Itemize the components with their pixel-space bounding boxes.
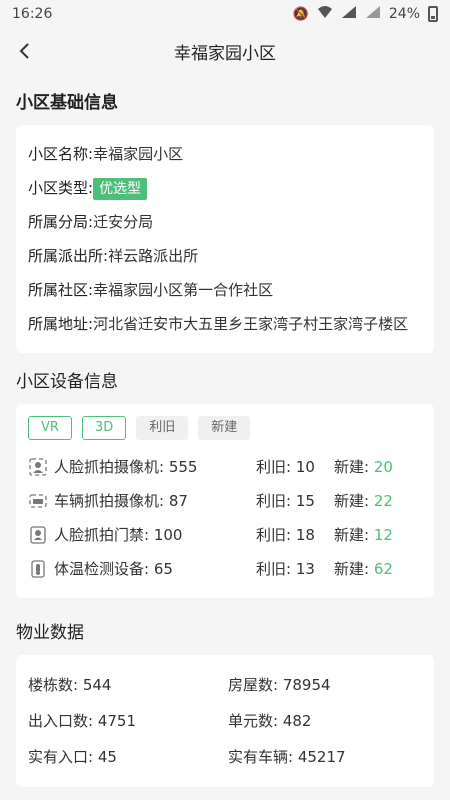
old-label: 利旧: — [256, 526, 292, 544]
device-row: 体温检测设备: 65 利旧: 13 新建: 62 — [28, 552, 422, 586]
battery-icon — [428, 6, 438, 22]
device-row: 人脸抓拍门禁: 100 利旧: 18 新建: 12 — [28, 518, 422, 552]
chip-new[interactable]: 新建 — [198, 416, 251, 440]
property-item: 实有车辆: 45217 — [228, 748, 346, 766]
type-badge: 优选型 — [93, 178, 148, 200]
device-name: 人脸抓拍摄像机: — [54, 458, 165, 476]
old-label: 利旧: — [256, 458, 292, 476]
property-heading: 物业数据 — [16, 623, 84, 643]
signal-icon — [341, 5, 357, 23]
old-count: 18 — [295, 526, 315, 544]
device-info-card: VR 3D 利旧 新建 人脸抓拍摄像机: 555 利旧: 10 新建: 20 车… — [16, 404, 434, 598]
new-count: 62 — [373, 560, 393, 578]
info-value: 祥云路派出所 — [108, 247, 199, 265]
info-label: 小区名称: — [28, 145, 94, 163]
info-label: 所属分局: — [28, 213, 94, 231]
device-info-heading: 小区设备信息 — [16, 372, 118, 392]
new-count: 12 — [373, 526, 393, 544]
info-row-community: 所属社区: 幸福家园小区第一合作社区 — [28, 273, 422, 307]
info-row-type: 小区类型: 优选型 — [28, 171, 422, 205]
content[interactable]: 小区基础信息 小区名称: 幸福家园小区 小区类型: 优选型 所属分局: 迁安分局… — [0, 74, 450, 800]
new-count: 22 — [373, 492, 393, 510]
device-name: 车辆抓拍摄像机: — [54, 492, 165, 510]
old-count: 13 — [295, 560, 315, 578]
basic-info-heading: 小区基础信息 — [16, 93, 118, 113]
property-item: 出入口数: 4751 — [28, 712, 137, 730]
mute-icon: 🔕 — [292, 6, 309, 22]
info-row-name: 小区名称: 幸福家园小区 — [28, 137, 422, 171]
device-count: 555 — [168, 458, 198, 476]
info-value: 迁安分局 — [93, 213, 154, 231]
device-filter-chips: VR 3D 利旧 新建 — [28, 416, 422, 440]
property-card: 楼栋数: 544 房屋数: 78954 出入口数: 4751 单元数: 482 … — [16, 655, 434, 787]
device-row: 人脸抓拍摄像机: 555 利旧: 10 新建: 20 — [28, 450, 422, 484]
face-camera-icon — [28, 457, 48, 477]
back-button[interactable] — [10, 36, 40, 66]
status-icons: 🔕 24% — [293, 5, 438, 23]
device-name: 体温检测设备: — [54, 560, 150, 578]
info-label: 所属地址: — [28, 315, 94, 333]
info-row-address: 所属地址: 河北省迁安市大五里乡王家湾子村王家湾子楼区 — [28, 307, 422, 341]
old-count: 15 — [295, 492, 315, 510]
signal-icon-2 — [365, 5, 381, 23]
info-value: 幸福家园小区第一合作社区 — [93, 281, 274, 299]
old-count: 10 — [295, 458, 315, 476]
info-value: 河北省迁安市大五里乡王家湾子村王家湾子楼区 — [93, 315, 409, 333]
face-access-icon — [28, 525, 48, 545]
page-title: 幸福家园小区 — [174, 43, 276, 64]
new-label: 新建: — [334, 458, 370, 476]
wifi-icon — [317, 5, 333, 23]
device-count: 87 — [168, 492, 188, 510]
device-count: 65 — [153, 560, 173, 578]
status-bar: 16:26 🔕 24% — [0, 0, 450, 28]
info-label: 所属派出所: — [28, 247, 109, 265]
property-item: 实有入口: 45 — [28, 748, 117, 766]
old-label: 利旧: — [256, 560, 292, 578]
device-name: 人脸抓拍门禁: — [54, 526, 150, 544]
property-item: 单元数: 482 — [228, 712, 312, 730]
new-label: 新建: — [334, 492, 370, 510]
vehicle-camera-icon — [28, 491, 48, 511]
battery-text: 24% — [388, 6, 420, 22]
status-time: 16:26 — [12, 6, 53, 22]
chevron-left-icon — [19, 43, 29, 59]
device-row: 车辆抓拍摄像机: 87 利旧: 15 新建: 22 — [28, 484, 422, 518]
info-value: 幸福家园小区 — [93, 145, 184, 163]
thermometer-device-icon — [28, 559, 48, 579]
info-label: 所属社区: — [28, 281, 94, 299]
property-grid: 楼栋数: 544 房屋数: 78954 出入口数: 4751 单元数: 482 … — [28, 667, 422, 775]
info-row-station: 所属派出所: 祥云路派出所 — [28, 239, 422, 273]
new-label: 新建: — [334, 526, 370, 544]
chip-vr[interactable]: VR — [28, 416, 72, 440]
basic-info-card: 小区名称: 幸福家园小区 小区类型: 优选型 所属分局: 迁安分局 所属派出所:… — [16, 125, 434, 353]
info-row-branch: 所属分局: 迁安分局 — [28, 205, 422, 239]
property-item: 房屋数: 78954 — [228, 676, 331, 694]
chip-3d[interactable]: 3D — [81, 416, 127, 440]
old-label: 利旧: — [256, 492, 292, 510]
device-count: 100 — [153, 526, 183, 544]
chip-reuse[interactable]: 利旧 — [136, 416, 189, 440]
new-label: 新建: — [334, 560, 370, 578]
new-count: 20 — [373, 458, 393, 476]
property-item: 楼栋数: 544 — [28, 676, 112, 694]
nav-bar: 幸福家园小区 — [0, 28, 450, 74]
info-label: 小区类型: — [28, 179, 94, 197]
